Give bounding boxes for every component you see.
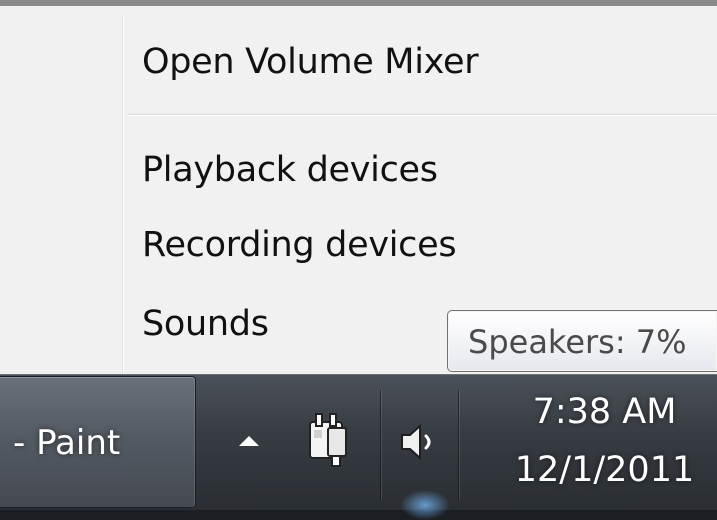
speaker-volume-icon[interactable] [398,420,442,464]
tray-divider [458,390,460,500]
clock-time: 7:38 AM [532,392,677,432]
clock-date: 12/1/2011 [514,450,695,490]
cursor-glow [400,490,450,520]
tray-divider [380,390,382,500]
taskbar-button-paint[interactable]: - Paint [0,376,196,508]
menu-item-playback-devices[interactable]: Playback devices [142,140,438,200]
menu-item-open-volume-mixer[interactable]: Open Volume Mixer [142,32,479,92]
tooltip-text: Speakers: 7% [468,323,687,361]
volume-tooltip: Speakers: 7% [447,310,717,372]
taskbar-clock[interactable]: 7:38 AM 12/1/2011 [470,380,717,504]
power-plug-icon[interactable] [304,410,360,470]
menu-icon-gutter-divider [122,16,124,376]
menu-separator [128,114,717,116]
menu-item-recording-devices[interactable]: Recording devices [142,215,457,275]
show-hidden-icons-arrow-icon[interactable] [234,426,264,456]
taskbar-button-label: - Paint [13,423,121,463]
menu-item-sounds[interactable]: Sounds [142,294,269,354]
